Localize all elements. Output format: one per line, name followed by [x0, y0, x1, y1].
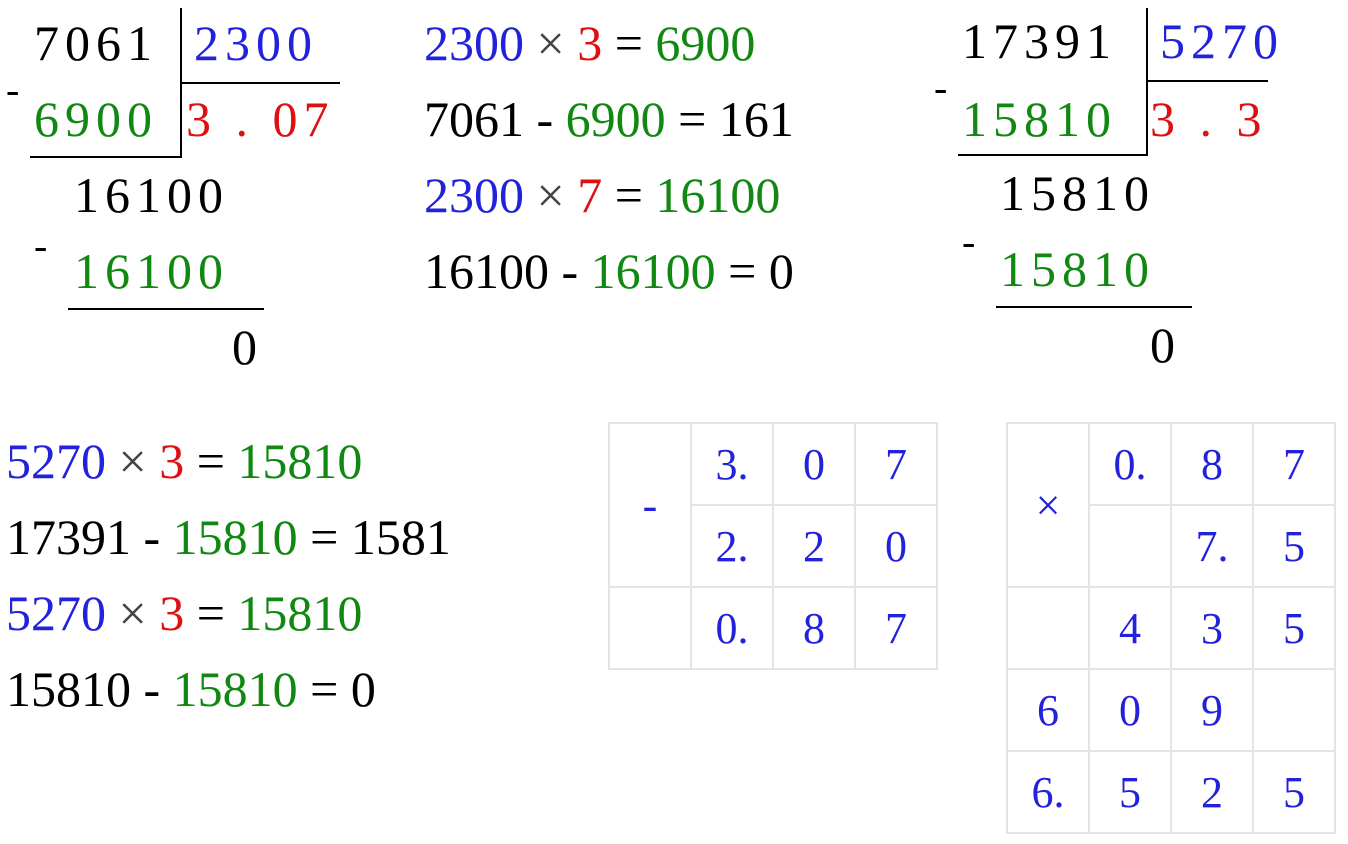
table-cell: 0 — [1088, 668, 1172, 752]
subtrahend-2: 15810 — [1000, 241, 1155, 297]
table-cell: 6. — [1006, 750, 1090, 834]
multiplication-table: × 0. 8 7 7. 5 4 3 5 6 0 9 6. 5 2 5 — [1006, 422, 1336, 834]
remainder: 0 — [232, 319, 263, 375]
table-cell: 8 — [1170, 422, 1254, 506]
table-cell: 5 — [1252, 504, 1336, 588]
subtrahend-1: 15810 — [962, 91, 1117, 147]
quotient: 3 . 3 — [1150, 91, 1268, 147]
table-cell — [608, 586, 692, 670]
table-cell: 2 — [772, 504, 856, 588]
step-line: 5270 × 3 = 15810 — [6, 433, 363, 489]
table-cell: 5 — [1088, 750, 1172, 834]
table-cell: 3. — [690, 422, 774, 506]
subtrahend-1: 6900 — [34, 91, 158, 147]
subtraction-table: - 3. 0 7 2. 2 0 0. 8 7 — [608, 422, 938, 670]
table-cell: 3 — [1170, 586, 1254, 670]
partial-dividend: 16100 — [74, 167, 229, 223]
table-cell: 5 — [1252, 750, 1336, 834]
step-line: 2300 × 3 = 6900 — [424, 15, 756, 71]
table-cell: 7. — [1170, 504, 1254, 588]
step-line: 5270 × 3 = 15810 — [6, 585, 363, 641]
table-cell — [1006, 586, 1090, 670]
table-cell — [1088, 504, 1172, 588]
table-cell: 2 — [1170, 750, 1254, 834]
table-cell: 0. — [1088, 422, 1172, 506]
subtraction-rule — [30, 156, 182, 158]
table-cell: 7 — [854, 586, 938, 670]
table-cell: 0 — [854, 504, 938, 588]
subtrahend-2: 16100 — [74, 243, 229, 299]
division-bracket-horizontal — [180, 82, 340, 84]
divisor: 5270 — [1160, 13, 1284, 69]
table-cell: 4 — [1088, 586, 1172, 670]
minus-sign: - — [934, 65, 948, 110]
times-operator: × — [1006, 422, 1090, 588]
step-line: 2300 × 7 = 16100 — [424, 167, 781, 223]
step-line: 17391 - 15810 = 1581 — [6, 509, 451, 565]
table-cell: 8 — [772, 586, 856, 670]
table-cell: 9 — [1170, 668, 1254, 752]
table-cell: 5 — [1252, 586, 1336, 670]
dividend: 7061 — [34, 15, 158, 71]
table-cell — [1252, 668, 1336, 752]
step-line: 15810 - 15810 = 0 — [6, 661, 376, 717]
table-cell: 6 — [1006, 668, 1090, 752]
divisor: 2300 — [194, 15, 318, 71]
table-cell: 0. — [690, 586, 774, 670]
table-cell: 0 — [772, 422, 856, 506]
subtraction-rule — [68, 308, 264, 310]
division-bracket-vertical — [1146, 8, 1148, 156]
table-cell: 7 — [854, 422, 938, 506]
quotient: 3 . 07 — [186, 91, 335, 147]
remainder: 0 — [1150, 317, 1181, 373]
partial-dividend: 15810 — [1000, 165, 1155, 221]
table-cell: 2. — [690, 504, 774, 588]
minus-operator: - — [608, 422, 692, 588]
step-line: 7061 - 6900 = 161 — [424, 91, 794, 147]
minus-sign: - — [34, 223, 48, 268]
table-cell: 7 — [1252, 422, 1336, 506]
subtraction-rule — [996, 306, 1192, 308]
division-bracket-horizontal — [1146, 80, 1268, 82]
step-line: 16100 - 16100 = 0 — [424, 243, 794, 299]
subtraction-rule — [958, 154, 1148, 156]
minus-sign: - — [962, 219, 976, 264]
minus-sign: - — [6, 67, 20, 112]
dividend: 17391 — [962, 13, 1117, 69]
